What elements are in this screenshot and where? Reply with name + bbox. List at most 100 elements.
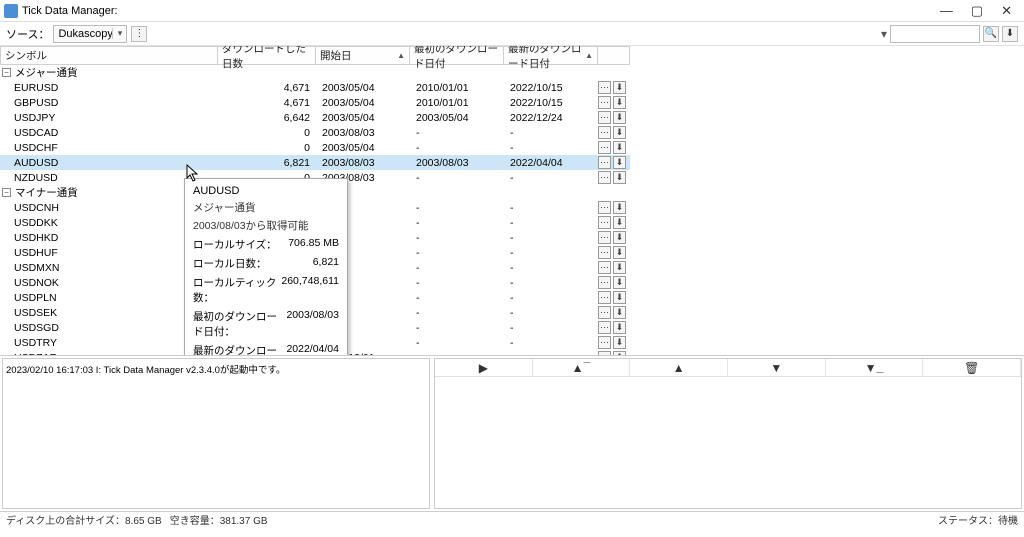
cell: 2022/10/15 xyxy=(504,97,598,109)
cell: - xyxy=(504,322,598,334)
cell: - xyxy=(410,217,504,229)
collapse-icon[interactable]: − xyxy=(2,68,11,77)
cell: 2022/04/04 xyxy=(504,157,598,169)
edit-icon[interactable]: ⋯ xyxy=(598,306,611,319)
edit-icon[interactable]: ⋯ xyxy=(598,321,611,334)
cell: - xyxy=(410,202,504,214)
download-icon[interactable]: ⬇ xyxy=(613,171,626,184)
download-icon[interactable]: ⬇ xyxy=(613,81,626,94)
edit-icon[interactable]: ⋯ xyxy=(598,261,611,274)
tooltip-group: メジャー通貨 xyxy=(193,200,339,215)
cell: USDJPY xyxy=(0,112,218,124)
edit-icon[interactable]: ⋯ xyxy=(598,276,611,289)
col-last[interactable]: 最新のダウンロード日付▲ xyxy=(504,46,598,65)
cell: 2003/08/03 xyxy=(316,157,410,169)
cell: 2003/05/04 xyxy=(316,82,410,94)
app-icon xyxy=(4,4,18,18)
cell: 4,671 xyxy=(218,82,316,94)
cell: 2003/05/04 xyxy=(410,112,504,124)
download-icon[interactable]: ⬇ xyxy=(613,261,626,274)
download-icon[interactable]: ⬇ xyxy=(613,126,626,139)
download-icon[interactable]: ⬇ xyxy=(613,111,626,124)
download-icon[interactable]: ⬇ xyxy=(613,276,626,289)
download-icon[interactable]: ⬇ xyxy=(613,246,626,259)
tt-val: 2022/04/04 xyxy=(286,343,339,356)
table-row[interactable]: USDCHF02003/05/04--⋯⬇ xyxy=(0,140,630,155)
edit-icon[interactable]: ⋯ xyxy=(598,126,611,139)
tt-key: ローカルティック数： xyxy=(193,275,281,305)
symbol-grid-container: シンボル ダウンロードした日数 開始日▲ 最初のダウンロード日付 最新のダウンロ… xyxy=(0,46,1024,356)
table-row[interactable]: AUDUSD6,8212003/08/032003/08/032022/04/0… xyxy=(0,155,630,170)
download-icon[interactable]: ⬇ xyxy=(613,351,626,356)
skip-up-button[interactable]: ▲— xyxy=(533,359,631,376)
col-symbol[interactable]: シンボル xyxy=(0,46,218,65)
table-row[interactable]: EURUSD4,6712003/05/042010/01/012022/10/1… xyxy=(0,80,630,95)
edit-icon[interactable]: ⋯ xyxy=(598,231,611,244)
download-icon[interactable]: ⬇ xyxy=(613,216,626,229)
download-icon[interactable]: ⬇ xyxy=(613,336,626,349)
download-icon[interactable]: ⬇ xyxy=(613,96,626,109)
download-icon[interactable]: ⬇ xyxy=(613,291,626,304)
group-label: メジャー通貨 xyxy=(15,65,77,80)
minimize-button[interactable]: — xyxy=(940,3,953,19)
edit-icon[interactable]: ⋯ xyxy=(598,81,611,94)
up-button[interactable]: ▲ xyxy=(630,359,728,376)
download-icon[interactable]: ⬇ xyxy=(613,321,626,334)
down-button[interactable]: ▼ xyxy=(728,359,826,376)
delete-button[interactable]: 🗑 xyxy=(923,359,1021,376)
edit-icon[interactable]: ⋯ xyxy=(598,216,611,229)
bottom-panels: 2023/02/10 16:17:03 I: Tick Data Manager… xyxy=(0,356,1024,511)
edit-icon[interactable]: ⋯ xyxy=(598,96,611,109)
col-actions xyxy=(598,46,630,65)
download-icon[interactable]: ⬇ xyxy=(613,156,626,169)
status-bar: ディスク上の合計サイズ：8.65 GB 空き容量：381.37 GB ステータス… xyxy=(0,511,1024,527)
cell: GBPUSD xyxy=(0,97,218,109)
menu-button[interactable]: ⋮ xyxy=(131,26,147,42)
col-days[interactable]: ダウンロードした日数 xyxy=(218,46,316,65)
cell: - xyxy=(504,352,598,357)
download-icon[interactable]: ⬇ xyxy=(613,141,626,154)
cell: - xyxy=(504,292,598,304)
col-start[interactable]: 開始日▲ xyxy=(316,46,410,65)
download-icon[interactable]: ⬇ xyxy=(613,306,626,319)
tooltip-available: 2003/08/03から取得可能 xyxy=(193,218,339,233)
cell: 2022/10/15 xyxy=(504,82,598,94)
edit-icon[interactable]: ⋯ xyxy=(598,171,611,184)
source-dropdown[interactable]: Dukascopy ▾ xyxy=(53,25,127,43)
play-button[interactable]: ▶ xyxy=(435,359,533,376)
table-row[interactable]: USDCAD02003/08/03--⋯⬇ xyxy=(0,125,630,140)
download-icon[interactable]: ⬇ xyxy=(613,231,626,244)
edit-icon[interactable]: ⋯ xyxy=(598,351,611,356)
edit-icon[interactable]: ⋯ xyxy=(598,201,611,214)
skip-down-button[interactable]: ▼— xyxy=(826,359,924,376)
collapse-icon[interactable]: − xyxy=(2,188,11,197)
cell: - xyxy=(410,232,504,244)
edit-icon[interactable]: ⋯ xyxy=(598,156,611,169)
titlebar: Tick Data Manager: — ▢ ✕ xyxy=(0,0,1024,22)
table-row[interactable]: GBPUSD4,6712003/05/042010/01/012022/10/1… xyxy=(0,95,630,110)
filter-icon: ▾ xyxy=(881,27,887,41)
edit-icon[interactable]: ⋯ xyxy=(598,141,611,154)
maximize-button[interactable]: ▢ xyxy=(971,3,983,19)
edit-icon[interactable]: ⋯ xyxy=(598,336,611,349)
cell: - xyxy=(504,172,598,184)
edit-icon[interactable]: ⋯ xyxy=(598,291,611,304)
cell: - xyxy=(410,262,504,274)
group-label: マイナー通貨 xyxy=(15,185,78,200)
status-free: 空き容量：381.37 GB xyxy=(170,512,268,527)
download-icon[interactable]: ⬇ xyxy=(613,201,626,214)
cell: - xyxy=(410,307,504,319)
search-input[interactable] xyxy=(890,25,980,43)
edit-icon[interactable]: ⋯ xyxy=(598,246,611,259)
cell: - xyxy=(504,262,598,274)
sort-asc-icon: ▲ xyxy=(397,51,405,60)
search-button[interactable]: 🔍 xyxy=(983,26,999,42)
edit-icon[interactable]: ⋯ xyxy=(598,111,611,124)
tt-val: 260,748,611 xyxy=(281,275,339,305)
cell: USDCAD xyxy=(0,127,218,139)
col-first[interactable]: 最初のダウンロード日付 xyxy=(410,46,504,65)
download-all-button[interactable]: ⬇ xyxy=(1002,26,1018,42)
cell: - xyxy=(504,217,598,229)
table-row[interactable]: USDJPY6,6422003/05/042003/05/042022/12/2… xyxy=(0,110,630,125)
close-button[interactable]: ✕ xyxy=(1001,3,1012,19)
